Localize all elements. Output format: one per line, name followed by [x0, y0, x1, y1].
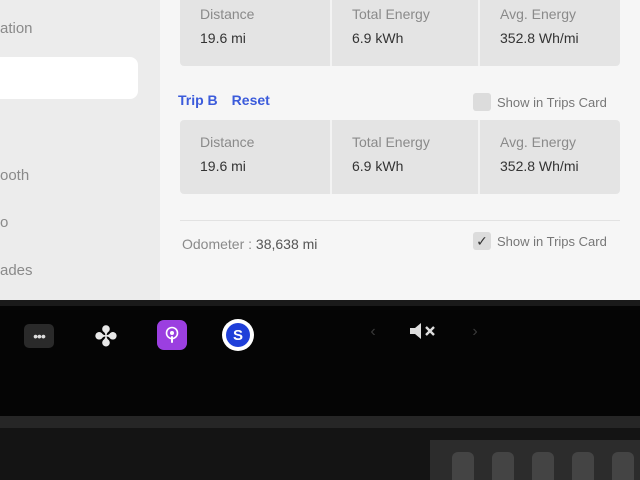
chevron-left-icon[interactable]: ‹	[366, 322, 380, 342]
fan-icon[interactable]: ✤	[90, 320, 122, 352]
stat-value: 6.9 kWh	[352, 158, 404, 174]
trip-a-avg-energy: Avg. Energy 352.8 Wh/mi	[480, 0, 620, 66]
podcast-icon[interactable]	[157, 320, 187, 350]
sidebar-item-partial[interactable]: o	[0, 214, 8, 231]
reset-button[interactable]: Reset	[232, 92, 270, 108]
chevron-right-icon[interactable]: ›	[468, 322, 482, 342]
trip-a-stats: Distance 19.6 mi Total Energy 6.9 kWh Av…	[180, 0, 620, 66]
sidebar-item-navigation[interactable]: ation	[0, 20, 33, 37]
seat-stripe	[452, 452, 474, 480]
odometer-label: Odometer :	[182, 236, 253, 252]
sidebar-item-bluetooth[interactable]: ooth	[0, 167, 29, 184]
odometer: Odometer : 38,638 mi	[182, 236, 317, 252]
dashboard-rim	[0, 416, 640, 428]
s-app-icon[interactable]: S	[222, 319, 254, 351]
more-icon[interactable]: •••	[24, 324, 54, 348]
seat-stripe	[612, 452, 634, 480]
show-in-trips-checkbox[interactable]	[473, 93, 491, 111]
stat-value: 6.9 kWh	[352, 30, 404, 46]
sidebar-item-upgrades[interactable]: ades	[0, 262, 33, 279]
trip-b-label: Trip B	[178, 92, 218, 108]
divider	[180, 220, 620, 221]
s-app-glyph: S	[226, 323, 250, 347]
trip-b-header: Trip B Reset	[178, 92, 270, 108]
stat-value: 19.6 mi	[200, 158, 246, 174]
trip-b-stats: Distance 19.6 mi Total Energy 6.9 kWh Av…	[180, 120, 620, 194]
trip-b-distance: Distance 19.6 mi	[180, 120, 332, 194]
show-in-trips-label: Show in Trips Card	[497, 94, 607, 110]
show-in-trips-label: Show in Trips Card	[497, 233, 607, 249]
screen: ation ooth o ades Distance 19.6 mi Total…	[0, 0, 640, 300]
stat-title: Avg. Energy	[500, 6, 577, 22]
trips-panel: Distance 19.6 mi Total Energy 6.9 kWh Av…	[160, 0, 640, 300]
trip-b-show-in-trips[interactable]: Show in Trips Card	[473, 93, 607, 111]
stat-title: Distance	[200, 6, 255, 22]
seat-stripe	[492, 452, 514, 480]
trip-a-distance: Distance 19.6 mi	[180, 0, 332, 66]
sidebar: ation ooth o ades	[0, 0, 160, 300]
stat-value: 352.8 Wh/mi	[500, 30, 579, 46]
stat-title: Distance	[200, 134, 255, 150]
odometer-show-in-trips[interactable]: ✓ Show in Trips Card	[473, 232, 607, 250]
odometer-value: 38,638 mi	[255, 236, 318, 252]
show-in-trips-checkbox-checked[interactable]: ✓	[473, 232, 491, 250]
trip-a-total-energy: Total Energy 6.9 kWh	[332, 0, 480, 66]
seat-stripe	[572, 452, 594, 480]
stat-title: Total Energy	[352, 6, 430, 22]
mute-icon[interactable]	[404, 318, 444, 344]
stat-value: 352.8 Wh/mi	[500, 158, 579, 174]
stat-title: Avg. Energy	[500, 134, 577, 150]
dock: ••• ✤ S ‹ ›	[0, 306, 640, 416]
sidebar-item-selected[interactable]	[0, 57, 138, 99]
stat-value: 19.6 mi	[200, 30, 246, 46]
seat-stripe	[532, 452, 554, 480]
trip-b-avg-energy: Avg. Energy 352.8 Wh/mi	[480, 120, 620, 194]
stat-title: Total Energy	[352, 134, 430, 150]
trip-b-total-energy: Total Energy 6.9 kWh	[332, 120, 480, 194]
